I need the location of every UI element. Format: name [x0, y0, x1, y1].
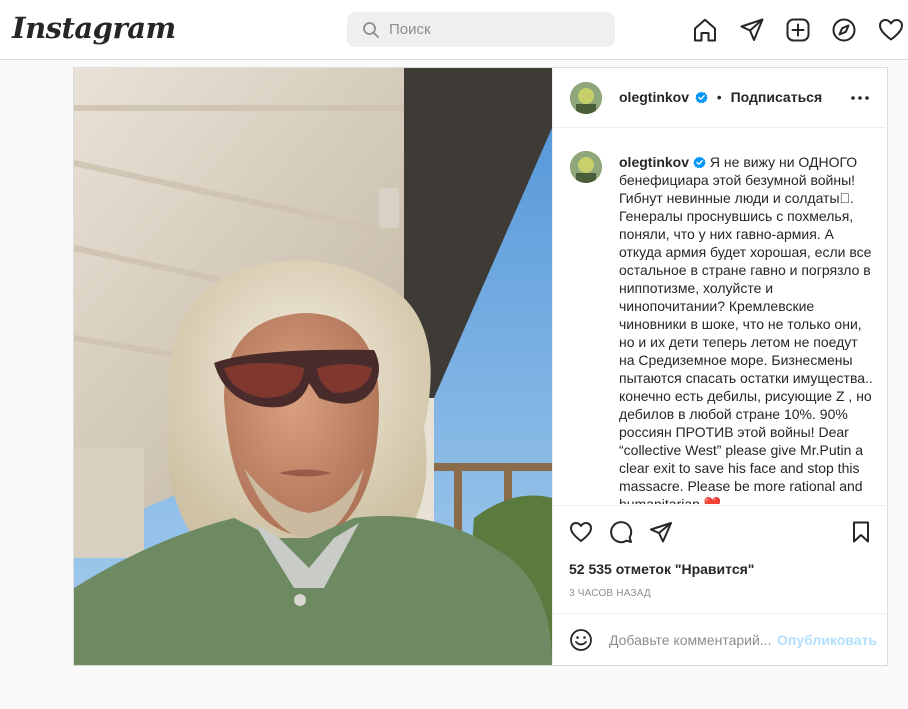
activity-icon[interactable] [878, 17, 904, 43]
post-caption: olegtinkov Я не вижу ни ОДНОГО бенефициа… [619, 153, 877, 504]
avatar-image [570, 82, 602, 114]
post-card: olegtinkov • Подписаться olegtinkov Я не… [73, 67, 888, 666]
post-actions: 52 535 отметок "Нравится" 3 часов назад [553, 505, 888, 613]
new-post-icon[interactable] [785, 17, 811, 43]
emoji-icon[interactable] [569, 628, 593, 652]
caption-verified-badge-icon [693, 156, 706, 169]
comment-icon[interactable] [609, 520, 633, 544]
post-header: olegtinkov • Подписаться [553, 68, 888, 128]
instagram-logo[interactable]: Instagram [12, 11, 176, 45]
like-heart-icon[interactable] [569, 520, 593, 544]
caption-area: olegtinkov Я не вижу ни ОДНОГО бенефициа… [553, 129, 888, 504]
search-input[interactable] [389, 12, 609, 47]
more-options-icon[interactable] [850, 90, 870, 106]
search-box[interactable] [347, 12, 615, 47]
save-bookmark-icon[interactable] [849, 520, 873, 544]
caption-avatar-image [570, 151, 602, 183]
publish-button[interactable]: Опубликовать [777, 632, 877, 648]
top-nav-bar: Instagram [0, 0, 908, 60]
caption-avatar[interactable] [570, 151, 602, 183]
post-photo[interactable] [74, 68, 552, 665]
post-sidebar: olegtinkov • Подписаться olegtinkov Я не… [552, 68, 888, 665]
share-icon[interactable] [649, 520, 673, 544]
comment-box: Опубликовать [553, 613, 888, 665]
explore-icon[interactable] [831, 17, 857, 43]
avatar[interactable] [570, 82, 602, 114]
search-icon [363, 22, 379, 38]
caption-username[interactable]: olegtinkov [619, 154, 689, 170]
verified-badge-icon [695, 91, 708, 104]
comment-input[interactable] [609, 628, 775, 652]
post-header-row: olegtinkov • Подписаться [619, 89, 822, 105]
home-icon[interactable] [692, 17, 718, 43]
nav-icon-bar [692, 17, 908, 43]
separator-dot: • [716, 89, 722, 105]
follow-button[interactable]: Подписаться [731, 89, 823, 105]
likes-count[interactable]: 52 535 отметок "Нравится" [569, 561, 754, 577]
post-timestamp[interactable]: 3 часов назад [569, 588, 651, 599]
post-image [74, 68, 552, 665]
direct-icon[interactable] [739, 17, 765, 43]
username-link[interactable]: olegtinkov [619, 89, 689, 105]
caption-text: Я не вижу ни ОДНОГО бенефициара этой без… [619, 154, 873, 504]
